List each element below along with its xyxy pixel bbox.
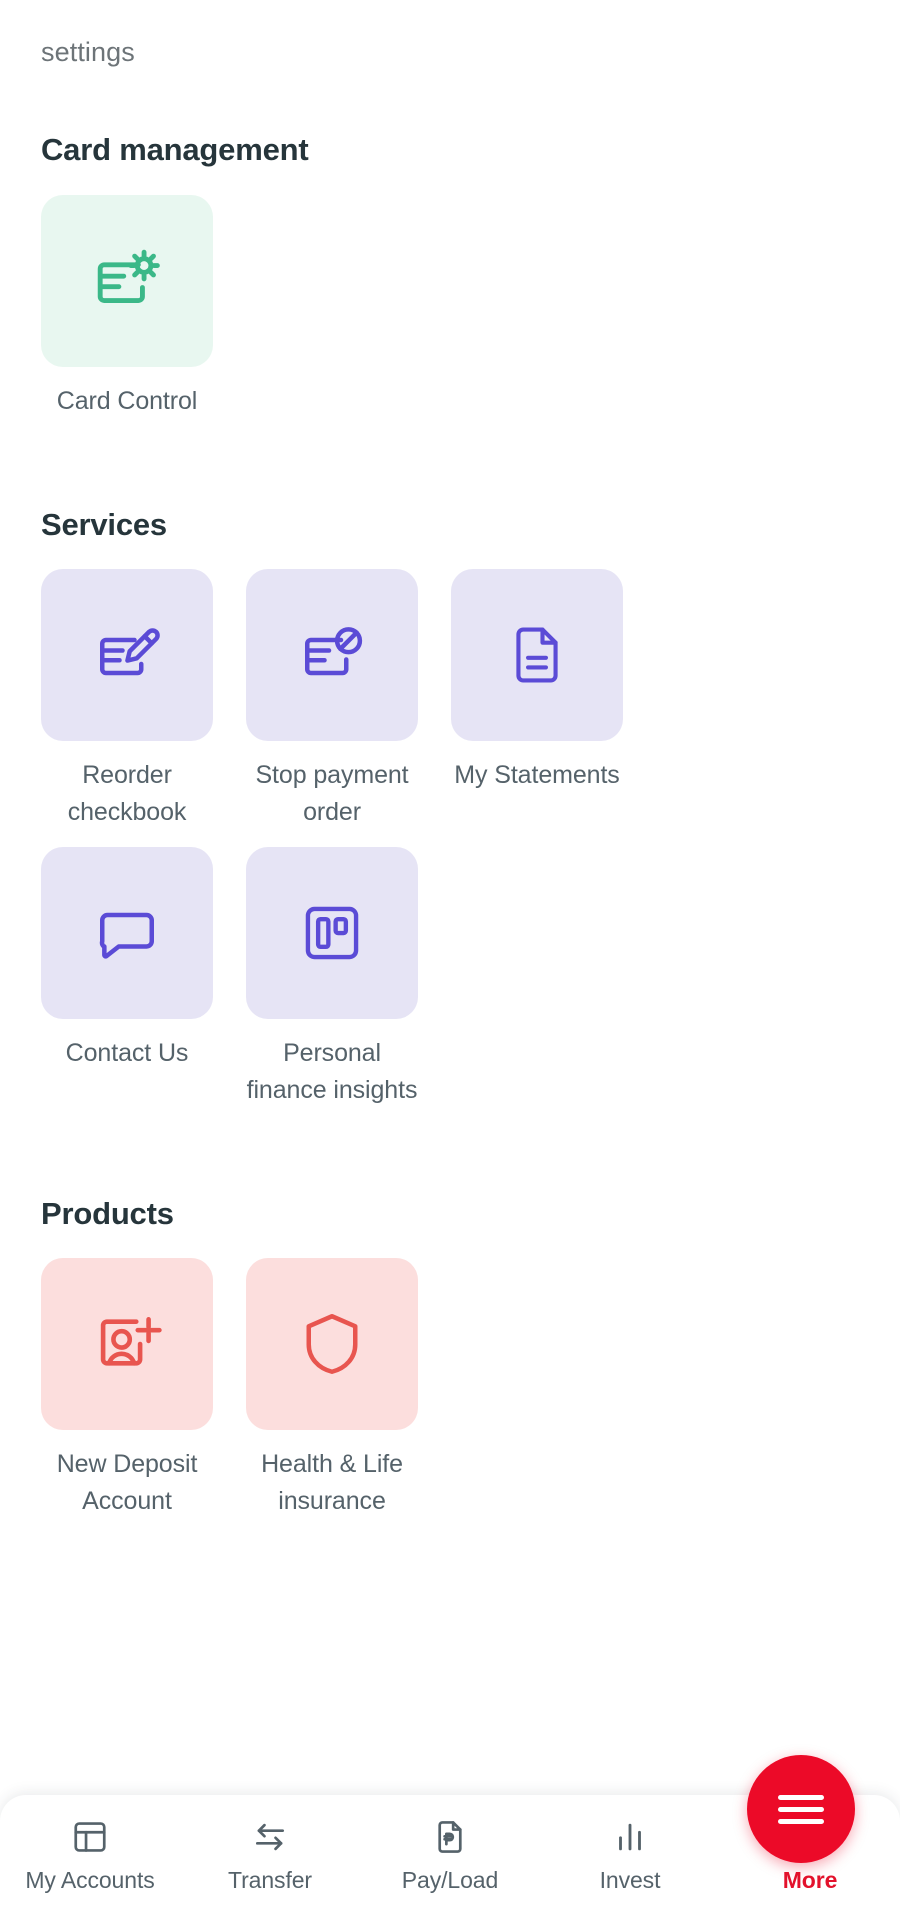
app-screen: settings Card management Card Control Se…	[0, 0, 900, 1920]
partial-section-heading: settings	[41, 37, 135, 67]
nav-label: Pay/Load	[401, 1867, 499, 1893]
tile-stop-payment-order[interactable]: Stop payment order	[246, 568, 418, 831]
tile-label: Reorder checkbook	[67, 760, 187, 826]
transfer-arrows-icon	[251, 1816, 289, 1858]
tile-label: Contact Us	[65, 1038, 189, 1067]
tile-label: My Statements	[454, 760, 620, 789]
section-title-card-management: Card management	[41, 132, 309, 168]
section-services: Services Reorder checkbook Stop payment …	[41, 506, 859, 1125]
tile-label: Stop payment order	[255, 760, 409, 826]
tile-personal-finance-insights[interactable]: Personal finance insights	[246, 846, 418, 1109]
tile-health-life-insurance[interactable]: Health & Life insurance	[246, 1257, 418, 1520]
board-columns-icon	[297, 898, 367, 968]
tile-new-deposit-account[interactable]: New Deposit Account	[41, 1257, 213, 1520]
dashboard-icon	[71, 1816, 109, 1858]
tile-icon-box	[41, 846, 213, 1019]
tile-label: Personal finance insights	[246, 1038, 418, 1104]
peso-document-icon	[431, 1816, 469, 1858]
tile-icon-box	[246, 1257, 418, 1430]
nav-label: Transfer	[228, 1867, 312, 1893]
tile-icon-box	[246, 568, 418, 741]
hamburger-icon	[778, 1788, 824, 1831]
tile-icon-box	[451, 568, 623, 741]
tile-reorder-checkbook[interactable]: Reorder checkbook	[41, 568, 213, 831]
check-pen-icon	[91, 619, 163, 691]
section-title-services: Services	[41, 506, 167, 542]
tile-icon-box	[41, 194, 213, 367]
user-add-icon	[90, 1307, 164, 1381]
tile-icon-box	[41, 1257, 213, 1430]
nav-label: My Accounts	[25, 1867, 155, 1893]
tile-my-statements[interactable]: My Statements	[451, 568, 623, 831]
nav-item-pay-load[interactable]: Pay/Load	[360, 1816, 540, 1894]
nav-item-my-accounts[interactable]: My Accounts	[0, 1816, 180, 1894]
nav-label: More	[782, 1867, 838, 1893]
document-icon	[504, 622, 570, 688]
check-ban-icon	[296, 619, 368, 691]
chat-bubble-icon	[91, 897, 163, 969]
tile-card-control[interactable]: Card Control	[41, 194, 213, 420]
nav-item-invest[interactable]: Invest	[540, 1816, 720, 1894]
card-management-grid: Card Control	[41, 194, 859, 436]
tile-icon-box	[41, 568, 213, 741]
section-card-management: Card management Card Control	[41, 131, 859, 435]
tile-label: New Deposit Account	[56, 1449, 198, 1515]
tile-contact-us[interactable]: Contact Us	[41, 846, 213, 1109]
tile-icon-box	[246, 846, 418, 1019]
section-title-products: Products	[41, 1195, 174, 1231]
more-fab-button[interactable]	[747, 1755, 855, 1863]
nav-label: Invest	[599, 1867, 661, 1893]
section-products: Products New Deposit Account Health & Li…	[41, 1195, 859, 1536]
services-grid: Reorder checkbook Stop payment order My …	[41, 568, 859, 1125]
tile-label: Card Control	[56, 386, 198, 415]
products-grid: New Deposit Account Health & Life insura…	[41, 1257, 859, 1536]
shield-icon	[296, 1308, 368, 1380]
bar-chart-icon	[611, 1816, 649, 1858]
card-gear-icon	[88, 242, 166, 320]
nav-item-transfer[interactable]: Transfer	[180, 1816, 360, 1894]
scroll-content[interactable]: settings Card management Card Control Se…	[0, 0, 900, 1920]
tile-label: Health & Life insurance	[261, 1449, 403, 1515]
